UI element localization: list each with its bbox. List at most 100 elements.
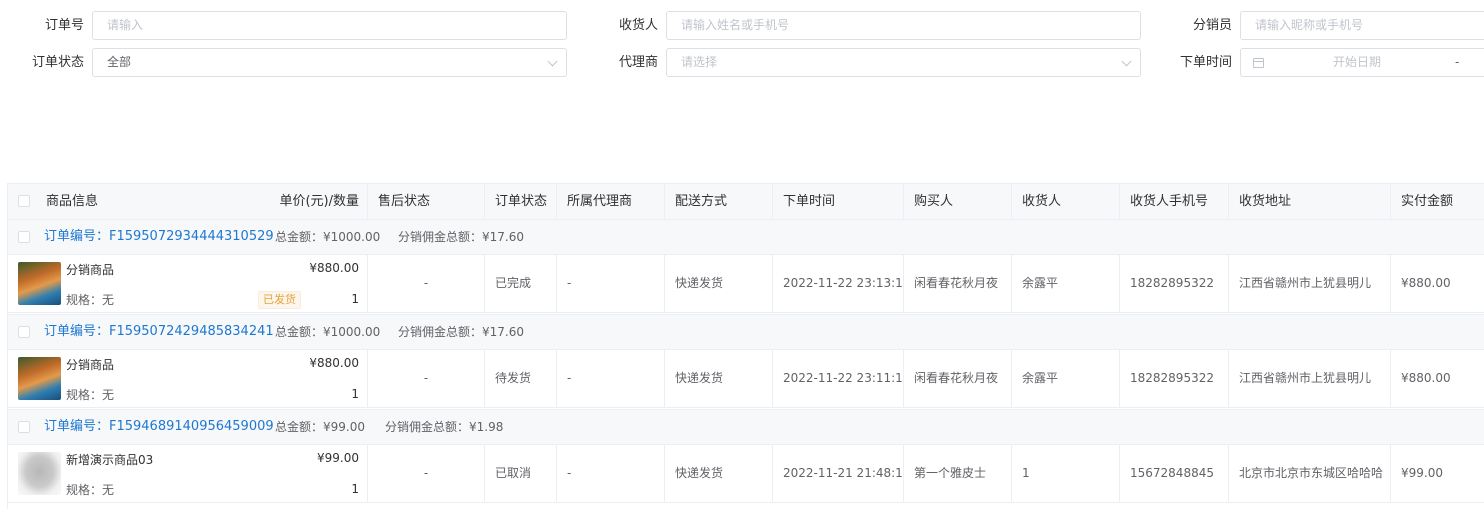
agent-cell: -: [557, 255, 665, 313]
delivery-cell: 快递发货: [665, 445, 773, 503]
phone-cell: 18282895322: [1120, 255, 1229, 313]
order-number-link[interactable]: 订单编号：F1595072429485834241: [44, 315, 274, 349]
order-status-cell: 已完成: [485, 255, 557, 313]
quantity: 1: [351, 292, 359, 306]
table-row: 分销商品 规格：无 ¥880.00 1 - 待发货 - 快递发货 2022-11…: [8, 350, 1484, 408]
order-no-placeholder: 请输入: [107, 18, 144, 32]
select-all-checkbox[interactable]: [18, 195, 30, 207]
calendar-icon: [1253, 58, 1264, 68]
header-order-time: 下单时间: [773, 184, 904, 220]
order-checkbox[interactable]: [18, 421, 30, 433]
phone-cell: 15672848845: [1120, 445, 1229, 503]
header-agent: 所属代理商: [557, 184, 665, 220]
header-price-qty: 单价(元)/数量: [236, 184, 368, 220]
receiver-cell: 余露平: [1012, 350, 1120, 408]
after-sale-cell: -: [368, 255, 485, 313]
order-checkbox[interactable]: [18, 231, 30, 243]
header-buyer: 购买人: [904, 184, 1012, 220]
distributor-placeholder: 请输入昵称或手机号: [1255, 18, 1364, 32]
after-sale-cell: -: [368, 350, 485, 408]
address-cell: 江西省赣州市上犹县明儿: [1229, 350, 1391, 408]
header-address: 收货地址: [1229, 184, 1391, 220]
unit-price: ¥880.00: [309, 356, 359, 370]
distributor-label: 分销员: [1192, 18, 1232, 33]
quantity: 1: [351, 387, 359, 401]
product-cell: 分销商品 规格：无 ¥880.00 已发货 1: [8, 255, 368, 313]
receiver-label: 收货人: [618, 18, 658, 33]
order-total: 总金额：¥1000.00: [275, 325, 381, 339]
product-cell: 分销商品 规格：无 ¥880.00 1: [8, 350, 368, 408]
address-cell: 北京市北京市东城区哈哈哈: [1229, 445, 1391, 503]
order-total: 总金额：¥99.00: [275, 420, 365, 434]
product-image: [18, 452, 61, 495]
paid-amount-cell: ¥880.00: [1391, 255, 1484, 313]
order-no-label: 订单号: [44, 18, 84, 33]
receiver-placeholder: 请输入姓名或手机号: [681, 18, 790, 32]
order-time-cell: 2022-11-22 23:11:16: [773, 350, 904, 408]
table-header: 商品信息 单价(元)/数量 售后状态 订单状态 所属代理商 配送方式 下单时间 …: [8, 184, 1484, 220]
product-image: [18, 357, 61, 400]
unit-price: ¥99.00: [317, 451, 359, 465]
order-status-cell: 已取消: [485, 445, 557, 503]
order-status-select[interactable]: 全部: [92, 48, 567, 77]
order-status-value: 全部: [107, 55, 132, 69]
shipped-tag: 已发货: [258, 291, 301, 309]
paid-amount-cell: ¥880.00: [1391, 350, 1484, 408]
order-status-cell: 待发货: [485, 350, 557, 408]
header-delivery: 配送方式: [665, 184, 773, 220]
order-commission: 分销佣金总额：¥1.98: [385, 420, 504, 434]
header-after-sale: 售后状态: [368, 184, 485, 220]
chevron-down-icon: [547, 56, 558, 67]
product-name: 新增演示商品03: [66, 453, 154, 467]
order-checkbox[interactable]: [18, 326, 30, 338]
buyer-cell: 闲看春花秋月夜: [904, 255, 1012, 313]
buyer-cell: 第一个雅皮士: [904, 445, 1012, 503]
order-header-row: 订单编号：F1594689140956459009 总金额：¥99.00 分销佣…: [8, 409, 1484, 445]
product-spec: 规格：无: [66, 293, 115, 307]
delivery-cell: 快递发货: [665, 350, 773, 408]
table-row: 新增演示商品03 规格：无 ¥99.00 1 - 已取消 - 快递发货 2022…: [8, 445, 1484, 503]
agent-cell: -: [557, 445, 665, 503]
quantity: 1: [351, 482, 359, 496]
header-receiver: 收货人: [1012, 184, 1120, 220]
order-no-input[interactable]: 请输入: [92, 11, 567, 40]
start-date-placeholder: 开始日期: [1333, 55, 1382, 69]
order-header-row: 订单编号：F1595072934444310529 总金额：¥1000.00 分…: [8, 219, 1484, 255]
order-table: 商品信息 单价(元)/数量 售后状态 订单状态 所属代理商 配送方式 下单时间 …: [7, 183, 1484, 509]
phone-cell: 18282895322: [1120, 350, 1229, 408]
unit-price: ¥880.00: [309, 261, 359, 275]
delivery-cell: 快递发货: [665, 255, 773, 313]
agent-cell: -: [557, 350, 665, 408]
order-status-label: 订单状态: [31, 55, 84, 70]
order-number-link[interactable]: 订单编号：F1594689140956459009: [44, 410, 274, 444]
order-time-cell: 2022-11-21 21:48:13: [773, 445, 904, 503]
agent-label: 代理商: [618, 55, 658, 70]
chevron-down-icon: [1121, 56, 1132, 67]
order-commission: 分销佣金总额：¥17.60: [398, 325, 524, 339]
order-time-label: 下单时间: [1179, 55, 1232, 70]
table-row: 分销商品 规格：无 ¥880.00 已发货 1 - 已完成 - 快递发货 202…: [8, 255, 1484, 313]
receiver-cell: 1: [1012, 445, 1120, 503]
order-time-picker[interactable]: 开始日期 -: [1240, 48, 1484, 77]
product-spec: 规格：无: [66, 388, 115, 402]
date-separator: -: [1455, 55, 1460, 69]
receiver-cell: 余露平: [1012, 255, 1120, 313]
order-total: 总金额：¥1000.00: [275, 230, 381, 244]
order-time-cell: 2022-11-22 23:13:17: [773, 255, 904, 313]
product-spec: 规格：无: [66, 483, 115, 497]
header-order-status: 订单状态: [485, 184, 557, 220]
distributor-input[interactable]: 请输入昵称或手机号: [1240, 11, 1484, 40]
order-commission: 分销佣金总额：¥17.60: [398, 230, 524, 244]
product-image: [18, 262, 61, 305]
address-cell: 江西省赣州市上犹县明儿: [1229, 255, 1391, 313]
after-sale-cell: -: [368, 445, 485, 503]
header-product-info: 商品信息: [46, 194, 99, 209]
product-name: 分销商品: [66, 358, 115, 372]
agent-select[interactable]: 请选择: [666, 48, 1141, 77]
order-header-row: 订单编号：F1595072429485834241 总金额：¥1000.00 分…: [8, 314, 1484, 350]
product-name: 分销商品: [66, 263, 115, 277]
order-number-link[interactable]: 订单编号：F1595072934444310529: [44, 220, 274, 254]
paid-amount-cell: ¥99.00: [1391, 445, 1484, 503]
receiver-input[interactable]: 请输入姓名或手机号: [666, 11, 1141, 40]
header-receiver-phone: 收货人手机号: [1120, 184, 1229, 220]
